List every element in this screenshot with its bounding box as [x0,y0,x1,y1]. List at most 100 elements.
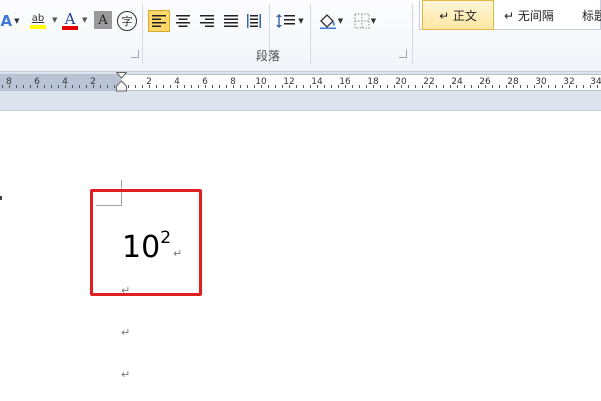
ruler-tick [142,85,143,88]
ruler-tick [352,85,353,88]
paragraph-group-label: 段落 [256,49,281,63]
font-color-bar [62,26,78,30]
line-spacing-button[interactable]: ▼ [276,10,304,32]
ruler-tick [184,85,185,88]
ruler-tick [562,85,563,88]
style-heading[interactable]: 标题 [582,0,601,30]
ruler-tick [135,85,136,88]
style-normal[interactable]: ↵ 正文 [422,0,494,30]
highlight-dropdown-icon[interactable]: ▼ [52,16,57,24]
ruler-tick [282,85,283,88]
highlight-color-bar [30,25,46,29]
ruler-tick [72,85,73,88]
ruler-tick [387,85,388,88]
group-separator [142,4,143,64]
ruler-tick [338,85,339,88]
ruler-tick [471,85,472,88]
ruler-tick [527,85,528,88]
base-number: 10 [122,230,161,265]
paragraph-mark-icon: ↵ [173,247,183,260]
ruler-tick [436,85,437,88]
ruler-tick [457,85,458,88]
ruler-tick [65,85,66,88]
ruler-tick [37,85,38,88]
font-color-dropdown-icon[interactable]: ▼ [82,16,87,24]
distributed-align-icon [247,14,261,28]
exponent-number: 2 [160,228,172,248]
style-no-spacing[interactable]: ↵ 无间隔 [504,0,574,30]
indent-marker-icon[interactable] [116,72,127,94]
ruler-tick [205,85,206,88]
align-right-button[interactable] [197,10,217,32]
ruler-tick [93,85,94,88]
enclose-characters-icon: 字 [121,15,133,28]
ruler-number: 34 [590,77,601,87]
ruler-tick [30,85,31,88]
ruler-tick [58,85,59,88]
align-left-button[interactable] [148,10,170,32]
character-shading-button[interactable]: A [94,11,112,29]
highlight-color-button[interactable]: ab [24,10,52,32]
horizontal-ruler[interactable]: 8 6 4 2 2 4 6 8 10 12 14 16 18 20 22 24 … [0,74,601,91]
ruler-tick [212,85,213,88]
borders-button[interactable]: ▼ [350,10,380,32]
ruler-tick [569,85,570,88]
ruler-tick [163,85,164,88]
paragraph-mark-icon: ↵ [121,326,131,339]
ruler-tick [23,85,24,88]
paragraph-mark-icon: ↵ [121,368,131,381]
group-separator [310,4,311,64]
shading-button[interactable]: ▼ [316,10,346,32]
ruler-tick [576,85,577,88]
paint-bucket-icon [319,14,336,29]
ruler-tick [240,85,241,88]
text-effect-button[interactable]: A ▼ [0,10,20,32]
ruler-tick [422,85,423,88]
font-dialog-launcher-icon[interactable] [131,50,139,58]
ruler-tick [149,85,150,88]
style-heading-label: 标题 [582,8,601,23]
justify-button[interactable] [221,10,241,32]
ruler-tick [415,85,416,88]
line-spacing-icon [276,14,296,28]
align-right-icon [200,15,214,27]
ribbon: A ▼ ab ▼ A ▼ A 字 ▼ ▼ ▼ 段落 ↵ 正文 ↵ 无间隔 标题 [0,0,601,72]
style-no-spacing-label: ↵ 无间隔 [504,8,554,23]
paragraph-dialog-launcher-icon[interactable] [399,50,407,58]
font-color-button[interactable]: A [60,10,80,32]
ruler-tick [2,85,3,88]
ruler-tick [534,85,535,88]
ruler-tick [464,85,465,88]
ruler-tick [548,85,549,88]
ruler-tick [597,85,598,88]
ruler-tick [359,85,360,88]
align-left-icon [152,15,166,27]
distributed-button[interactable] [244,10,264,32]
power-expression[interactable]: 102↵ [122,220,183,272]
ruler-left-margin [0,75,121,90]
ruler-tick [233,85,234,88]
character-shading-icon: A [98,12,108,28]
text-effect-icon: A [0,12,13,30]
align-center-button[interactable] [173,10,193,32]
chevron-down-icon: ▼ [298,17,304,25]
ruler-tick [296,85,297,88]
font-color-icon: A [64,10,76,28]
ruler-tick [541,85,542,88]
ruler-tick [366,85,367,88]
ruler-tick [128,85,129,88]
ruler-tick [394,85,395,88]
ruler-tick [583,85,584,88]
highlight-pen-icon: ab [31,13,45,24]
ruler-tick [51,85,52,88]
ruler-tick [289,85,290,88]
ruler-tick [100,85,101,88]
paragraph-mark-icon: ↵ [121,284,131,297]
ruler-tick [268,85,269,88]
ruler-tick [513,85,514,88]
ruler-tick [247,85,248,88]
ruler-tick [275,85,276,88]
style-normal-label: ↵ 正文 [439,8,477,23]
enclose-characters-button[interactable]: 字 [117,11,137,31]
ruler-tick [499,85,500,88]
